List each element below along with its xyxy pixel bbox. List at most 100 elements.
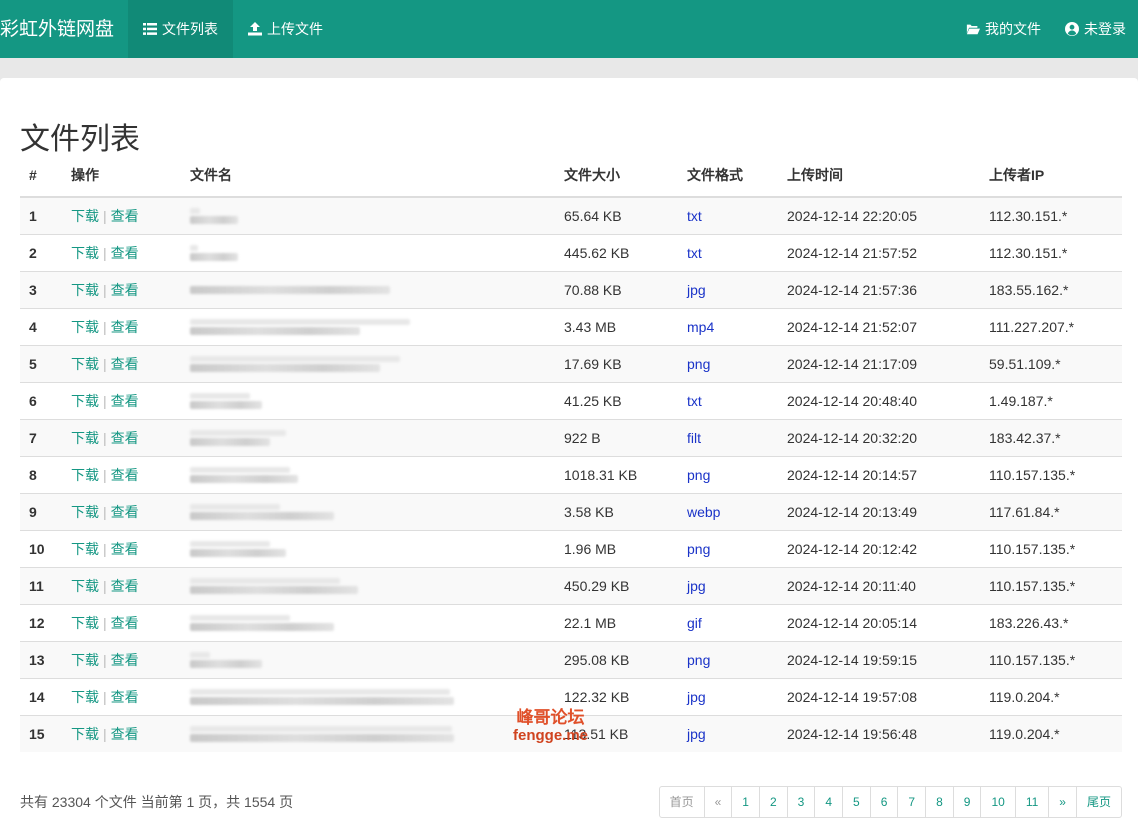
view-link[interactable]: 查看: [111, 393, 139, 409]
download-link[interactable]: 下载: [71, 208, 99, 224]
file-format[interactable]: png: [678, 455, 778, 493]
file-name-blurred[interactable]: [181, 418, 555, 456]
download-link[interactable]: 下载: [71, 467, 99, 483]
pager-last[interactable]: 尾页: [1075, 786, 1122, 818]
file-format[interactable]: jpg: [678, 714, 778, 752]
pager-prev[interactable]: «: [703, 786, 733, 818]
table-footer: 共有 23304 个文件 当前第 1 页，共 1554 页 首页 « 1 2 3…: [20, 786, 1122, 818]
download-link[interactable]: 下载: [71, 282, 99, 298]
nav-file-list-label: 文件列表: [162, 21, 219, 37]
file-name-blurred[interactable]: [181, 529, 555, 567]
uploader-ip: 59.51.109.*: [980, 344, 1122, 382]
pager-page-6[interactable]: 6: [869, 786, 899, 818]
nav-login[interactable]: 未登录: [1053, 0, 1138, 58]
view-link[interactable]: 查看: [111, 652, 139, 668]
pager-first[interactable]: 首页: [658, 786, 705, 818]
file-format[interactable]: gif: [678, 603, 778, 641]
download-link[interactable]: 下载: [71, 689, 99, 705]
view-link[interactable]: 查看: [111, 282, 139, 298]
row-index: 9: [20, 492, 62, 530]
file-name-blurred[interactable]: [181, 492, 555, 530]
view-link[interactable]: 查看: [111, 319, 139, 335]
file-format[interactable]: mp4: [678, 307, 778, 345]
pager-next[interactable]: »: [1048, 786, 1077, 818]
pager-page-9[interactable]: 9: [952, 786, 982, 818]
file-format[interactable]: webp: [678, 492, 778, 530]
view-link[interactable]: 查看: [111, 208, 139, 224]
view-link[interactable]: 查看: [111, 726, 139, 742]
download-link[interactable]: 下载: [71, 430, 99, 446]
download-link[interactable]: 下载: [71, 504, 99, 520]
view-link[interactable]: 查看: [111, 578, 139, 594]
file-name-blurred[interactable]: [181, 233, 555, 271]
nav-my-files[interactable]: 我的文件: [954, 0, 1053, 58]
file-format[interactable]: png: [678, 344, 778, 382]
nav-file-list[interactable]: 文件列表: [128, 0, 234, 58]
file-name-blurred[interactable]: [181, 307, 555, 345]
download-link[interactable]: 下载: [71, 245, 99, 261]
view-link[interactable]: 查看: [111, 430, 139, 446]
download-link[interactable]: 下载: [71, 726, 99, 742]
pager-page-7[interactable]: 7: [897, 786, 927, 818]
action-separator: |: [103, 651, 107, 668]
file-name-blurred[interactable]: [181, 640, 555, 678]
upload-time: 2024-12-14 20:11:40: [778, 566, 980, 604]
file-name-blurred[interactable]: [181, 344, 555, 382]
uploader-ip: 111.227.207.*: [980, 307, 1122, 345]
file-format[interactable]: filt: [678, 418, 778, 456]
download-link[interactable]: 下载: [71, 356, 99, 372]
view-link[interactable]: 查看: [111, 689, 139, 705]
file-table: # 操作 文件名 文件大小 文件格式 上传时间 上传者IP 1 下载 | 查看 65…: [20, 154, 1122, 752]
table-row: 7 下载 | 查看 922 B filt 2024-12-14 20:32:20 1…: [20, 418, 1122, 456]
file-name-blurred[interactable]: [181, 566, 555, 604]
download-link[interactable]: 下载: [71, 319, 99, 335]
file-format[interactable]: txt: [678, 381, 778, 419]
file-size: 17.69 KB: [555, 344, 678, 382]
view-link[interactable]: 查看: [111, 467, 139, 483]
row-index: 10: [20, 529, 62, 567]
file-name-blurred[interactable]: [181, 677, 555, 715]
file-name-blurred[interactable]: [181, 381, 555, 419]
view-link[interactable]: 查看: [111, 541, 139, 557]
view-link[interactable]: 查看: [111, 356, 139, 372]
brand-logo[interactable]: 彩虹外链网盘: [0, 0, 128, 58]
pager-page-5[interactable]: 5: [842, 786, 871, 818]
download-link[interactable]: 下载: [71, 615, 99, 631]
file-name-blurred[interactable]: [181, 714, 555, 752]
file-name-blurred[interactable]: [181, 270, 555, 308]
download-link[interactable]: 下载: [71, 578, 99, 594]
file-name-blurred[interactable]: [181, 196, 555, 234]
file-name-blurred[interactable]: [181, 603, 555, 641]
pager-page-8[interactable]: 8: [925, 786, 954, 818]
blurred-filename: [190, 614, 546, 631]
blurred-filename: [190, 318, 546, 335]
file-format[interactable]: jpg: [678, 270, 778, 308]
pager-page-1[interactable]: 1: [731, 786, 760, 818]
blurred-filename: [190, 244, 546, 261]
view-link[interactable]: 查看: [111, 245, 139, 261]
file-format[interactable]: txt: [678, 233, 778, 271]
file-format[interactable]: png: [678, 529, 778, 567]
download-link[interactable]: 下载: [71, 652, 99, 668]
pager-page-10[interactable]: 10: [980, 786, 1016, 818]
pager-page-11[interactable]: 11: [1014, 786, 1050, 818]
view-link[interactable]: 查看: [111, 615, 139, 631]
upload-time: 2024-12-14 20:05:14: [778, 603, 980, 641]
file-format[interactable]: png: [678, 640, 778, 678]
view-link[interactable]: 查看: [111, 504, 139, 520]
pager-page-2[interactable]: 2: [758, 786, 788, 818]
file-format[interactable]: jpg: [678, 566, 778, 604]
row-index: 7: [20, 418, 62, 456]
pager-page-3[interactable]: 3: [786, 786, 816, 818]
file-count-summary: 共有 23304 个文件 当前第 1 页，共 1554 页: [20, 794, 294, 810]
row-actions: 下载 | 查看: [62, 455, 181, 493]
upload-time: 2024-12-14 21:52:07: [778, 307, 980, 345]
nav-upload[interactable]: 上传文件: [233, 0, 338, 58]
file-name-blurred[interactable]: [181, 455, 555, 493]
download-link[interactable]: 下载: [71, 393, 99, 409]
file-format[interactable]: txt: [678, 196, 778, 234]
row-index: 4: [20, 307, 62, 345]
download-link[interactable]: 下载: [71, 541, 99, 557]
pager-page-4[interactable]: 4: [814, 786, 844, 818]
file-format[interactable]: jpg: [678, 677, 778, 715]
